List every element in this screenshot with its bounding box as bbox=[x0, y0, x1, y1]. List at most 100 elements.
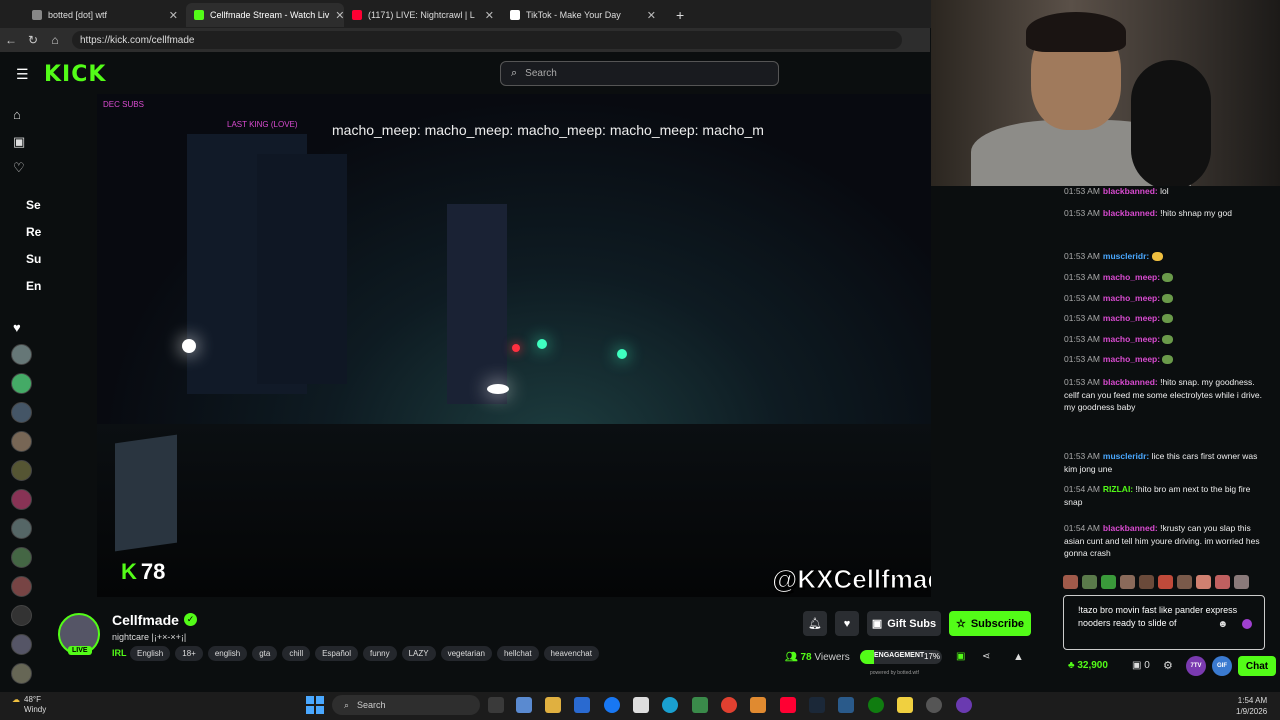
app-icon-purple[interactable] bbox=[956, 697, 972, 713]
tag-chip[interactable]: hellchat bbox=[496, 646, 539, 661]
emote-icon[interactable] bbox=[1101, 575, 1116, 589]
channel-avatar[interactable] bbox=[11, 663, 32, 684]
sidebar-section[interactable]: En bbox=[26, 279, 41, 293]
weather-widget[interactable]: ☁ 48°F Windy bbox=[12, 695, 46, 715]
gift-subs-button[interactable]: ▣ Gift Subs bbox=[867, 611, 941, 636]
gif-extension-button[interactable]: GIF bbox=[1212, 656, 1232, 676]
tab-botted[interactable]: botted [dot] wtf ✕ bbox=[24, 3, 186, 27]
7tv-extension-button[interactable]: 7TV bbox=[1186, 656, 1206, 676]
emote-icon[interactable] bbox=[1120, 575, 1135, 589]
channel-avatar[interactable] bbox=[11, 605, 32, 626]
emote-icon[interactable] bbox=[1082, 575, 1097, 589]
close-tab-icon[interactable]: ✕ bbox=[163, 9, 178, 22]
facebook-icon[interactable] bbox=[604, 697, 620, 713]
chat-username[interactable]: blackbanned: bbox=[1103, 208, 1158, 218]
chat-username[interactable]: muscleridr: bbox=[1103, 251, 1149, 261]
emote-icon[interactable] bbox=[1196, 575, 1211, 589]
chat-username[interactable]: macho_meep: bbox=[1103, 272, 1160, 282]
close-tab-icon[interactable]: ✕ bbox=[479, 9, 494, 22]
tag-chip[interactable]: vegetarian bbox=[440, 646, 492, 661]
channel-avatar[interactable] bbox=[11, 431, 32, 452]
youtube-icon[interactable] bbox=[780, 697, 796, 713]
calculator-icon[interactable] bbox=[692, 697, 708, 713]
channel-avatar[interactable] bbox=[11, 518, 32, 539]
chat-username[interactable]: RIZLAI: bbox=[1103, 484, 1133, 494]
chat-username[interactable]: macho_meep: bbox=[1103, 293, 1160, 303]
steam-icon[interactable] bbox=[809, 697, 825, 713]
task-view-icon[interactable] bbox=[488, 697, 504, 713]
video-player[interactable]: DEC SUBS LAST KING (LOVE) macho_meep: ma… bbox=[97, 94, 931, 597]
close-tab-icon[interactable]: ✕ bbox=[641, 9, 656, 22]
new-tab-button[interactable]: + bbox=[668, 3, 690, 27]
channel-points[interactable]: ♣ 32,900 bbox=[1068, 660, 1108, 671]
tag-chip[interactable]: chill bbox=[282, 646, 311, 661]
chat-username[interactable]: muscleridr: bbox=[1103, 451, 1149, 461]
channel-avatar[interactable] bbox=[11, 344, 32, 365]
browse-icon[interactable]: ▣ bbox=[13, 134, 25, 150]
system-clock[interactable]: 1:54 AM 1/9/2026 bbox=[1236, 695, 1267, 717]
store-icon[interactable] bbox=[574, 697, 590, 713]
chat-username[interactable]: macho_meep: bbox=[1103, 334, 1160, 344]
tag-chip[interactable]: heavenchat bbox=[543, 646, 599, 661]
following-heart-icon[interactable]: ♡ bbox=[13, 160, 25, 176]
kick-logo[interactable]: KICK bbox=[44, 62, 106, 87]
emote-icon[interactable] bbox=[1177, 575, 1192, 589]
hamburger-menu-icon[interactable]: ☰ bbox=[16, 66, 29, 83]
drops-count[interactable]: ▣ 0 bbox=[1132, 660, 1150, 671]
app-icon[interactable] bbox=[838, 697, 854, 713]
sidebar-section[interactable]: Se bbox=[26, 198, 41, 212]
send-chat-button[interactable]: Chat bbox=[1238, 656, 1276, 676]
home-icon[interactable]: ⌂ bbox=[13, 107, 21, 122]
chat-username[interactable]: blackbanned: bbox=[1103, 377, 1158, 387]
xbox-icon[interactable] bbox=[868, 697, 884, 713]
refresh-icon[interactable]: ↻ bbox=[22, 33, 44, 47]
edge-icon[interactable] bbox=[662, 697, 678, 713]
file-explorer-icon[interactable] bbox=[545, 697, 561, 713]
channel-avatar[interactable] bbox=[11, 402, 32, 423]
back-icon[interactable]: ← bbox=[0, 33, 22, 47]
chat-input[interactable]: !tazo bro movin fast like pander express… bbox=[1063, 595, 1265, 650]
chat-username[interactable]: blackbanned: bbox=[1103, 186, 1158, 196]
copilot-icon[interactable] bbox=[516, 697, 532, 713]
tag-chip[interactable]: Español bbox=[315, 646, 359, 661]
report-icon[interactable]: ▲ bbox=[1013, 651, 1024, 663]
emote-picker-icon[interactable] bbox=[1242, 619, 1252, 629]
vlc-icon[interactable] bbox=[750, 697, 766, 713]
close-tab-icon[interactable]: ✕ bbox=[329, 9, 344, 22]
tag-chip[interactable]: 18+ bbox=[175, 646, 203, 661]
chat-username[interactable]: macho_meep: bbox=[1103, 313, 1160, 323]
channel-avatar[interactable] bbox=[11, 460, 32, 481]
emoji-icon[interactable]: ☻ bbox=[1217, 618, 1228, 631]
follow-button[interactable]: ♥ bbox=[835, 611, 859, 636]
sidebar-section[interactable]: Su bbox=[26, 252, 41, 266]
tab-tiktok[interactable]: TikTok - Make Your Day ✕ bbox=[502, 3, 664, 27]
channel-avatar[interactable] bbox=[11, 547, 32, 568]
chat-username[interactable]: macho_meep: bbox=[1103, 354, 1160, 364]
tab-cellfmade[interactable]: Cellfmade Stream - Watch Liv ✕ bbox=[186, 3, 344, 27]
taskbar-search[interactable]: ⌕ Search bbox=[332, 695, 480, 715]
emote-icon[interactable] bbox=[1234, 575, 1249, 589]
channel-avatar[interactable] bbox=[11, 634, 32, 655]
streamer-name[interactable]: Cellfmade bbox=[112, 612, 179, 628]
notification-bell-button[interactable]: 🔔︎ bbox=[803, 611, 827, 636]
tag-chip[interactable]: LAZY bbox=[401, 646, 436, 661]
chat-username[interactable]: blackbanned: bbox=[1103, 523, 1158, 533]
emote-icon[interactable] bbox=[1139, 575, 1154, 589]
tag-chip[interactable]: english bbox=[207, 646, 248, 661]
clip-icon[interactable]: ▣ bbox=[956, 651, 965, 662]
share-icon[interactable]: ⋖ bbox=[982, 651, 990, 662]
channel-avatar[interactable] bbox=[11, 373, 32, 394]
emote-icon[interactable] bbox=[1063, 575, 1078, 589]
notes-icon[interactable] bbox=[897, 697, 913, 713]
search-input[interactable]: ⌕ Search bbox=[500, 61, 779, 86]
emote-icon[interactable] bbox=[1158, 575, 1173, 589]
amazon-icon[interactable] bbox=[633, 697, 649, 713]
sidebar-section[interactable]: Re bbox=[26, 225, 41, 239]
tag-chip[interactable]: gta bbox=[252, 646, 278, 661]
chrome-icon[interactable] bbox=[721, 697, 737, 713]
subscribe-button[interactable]: ☆ Subscribe bbox=[949, 611, 1031, 636]
tag-chip[interactable]: English bbox=[130, 646, 171, 661]
category-link[interactable]: IRL bbox=[112, 648, 127, 658]
tag-chip[interactable]: funny bbox=[363, 646, 397, 661]
windows-start-icon[interactable] bbox=[306, 696, 324, 714]
